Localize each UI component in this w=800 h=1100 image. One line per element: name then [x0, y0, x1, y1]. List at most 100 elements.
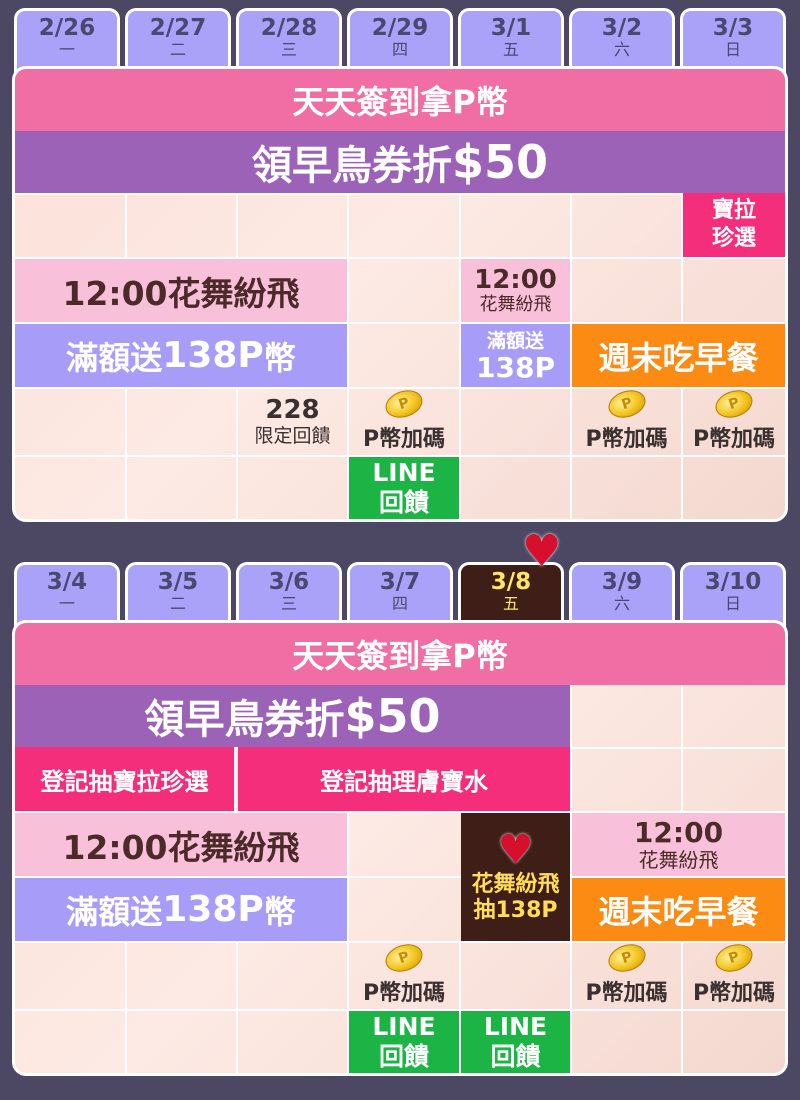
coin-icon: P [604, 385, 649, 423]
flower-small-name: 花舞紛飛 [638, 847, 719, 872]
flower-event-text: 12:00花舞紛飛 [62, 827, 300, 867]
checkin-banner[interactable]: 天天簽到拿P幣 [15, 623, 785, 685]
pcoin-bonus[interactable]: P P幣加碼 [683, 385, 785, 455]
tab-3-6[interactable]: 3/6 三 [236, 562, 342, 628]
earlybird-banner[interactable]: 領早鳥券折 $50 [15, 131, 785, 193]
fullgift-event[interactable]: 滿額送 138P 幣 [15, 878, 347, 941]
tab-3-1[interactable]: 3/1 五 [458, 8, 564, 74]
fullgift-event[interactable]: 滿額送 138P 幣 [15, 324, 347, 387]
earlybird-text: 領早鳥券折 [144, 697, 345, 743]
checkin-banner[interactable]: 天天簽到拿P幣 [15, 69, 785, 131]
flower-small-time: 12:00 [633, 815, 724, 849]
tab-weekday: 五 [502, 594, 519, 613]
treasure-event[interactable]: 寶拉 珍選 [683, 193, 785, 257]
weekend-text: 週末吃早餐 [598, 338, 759, 377]
line-reward[interactable]: LINE 回饋 [349, 1011, 459, 1073]
tab-weekday: 五 [502, 40, 519, 59]
flower-draw[interactable]: ♥ 花舞紛飛 抽138P [461, 813, 570, 941]
special228-line1: 228 [265, 395, 320, 425]
coin-icon: P [711, 385, 757, 423]
tab-weekday: 一 [58, 40, 75, 59]
flower-draw-line1: 花舞紛飛 [471, 872, 560, 897]
tab-weekday: 二 [169, 594, 186, 613]
pcoin-label: P幣加碼 [692, 981, 776, 1006]
tab-weekday: 四 [391, 594, 408, 613]
tab-date: 2/27 [149, 15, 207, 41]
earlybird-amount: $50 [344, 689, 441, 743]
fullgift-suffix: 幣 [263, 338, 296, 377]
pcoin-bonus[interactable]: P P幣加碼 [572, 939, 681, 1009]
fullgift-prefix: 滿額送 [66, 338, 163, 377]
treasure-draw-text: 登記抽寶拉珍選 [40, 767, 209, 796]
pcoin-bonus[interactable]: P P幣加碼 [572, 385, 681, 455]
tab-3-3[interactable]: 3/3 日 [680, 8, 786, 74]
fullgift-prefix: 滿額送 [66, 892, 163, 931]
coin-icon: P [381, 385, 427, 423]
tab-2-29[interactable]: 2/29 四 [347, 8, 453, 74]
tab-3-4[interactable]: 3/4 一 [14, 562, 120, 628]
treasure-draw[interactable]: 登記抽寶拉珍選 [15, 747, 236, 811]
flower-event[interactable]: 12:00花舞紛飛 [15, 813, 347, 876]
tab-weekday: 一 [58, 594, 75, 613]
tab-2-27[interactable]: 2/27 二 [125, 8, 231, 74]
fullgift-event-small[interactable]: 滿額送 138P [461, 324, 570, 387]
earlybird-text: 領早鳥券折 [251, 143, 452, 189]
flower-event-small[interactable]: 12:00 花舞紛飛 [461, 259, 570, 322]
weekend-breakfast[interactable]: 週末吃早餐 [572, 878, 785, 941]
fullgift-small-line2: 138P [476, 350, 555, 384]
pcoin-label: P幣加碼 [585, 427, 668, 452]
flower-draw-line2: 抽138P [473, 898, 558, 923]
line-line2: 回饋 [490, 1042, 541, 1071]
flower-event[interactable]: 12:00花舞紛飛 [15, 259, 347, 322]
tab-3-10[interactable]: 3/10 日 [680, 562, 786, 628]
fullgift-amount: 138P [162, 335, 264, 376]
flower-small-name: 花舞紛飛 [479, 293, 552, 315]
tab-3-7[interactable]: 3/7 四 [347, 562, 453, 628]
tab-date: 2/26 [38, 15, 96, 41]
earlybird-amount: $50 [451, 135, 549, 189]
pcoin-bonus[interactable]: P P幣加碼 [349, 939, 459, 1009]
fullgift-suffix: 幣 [263, 892, 296, 931]
tab-date: 3/10 [704, 569, 762, 595]
weekend-text: 週末吃早餐 [598, 892, 759, 931]
weekend-breakfast[interactable]: 週末吃早餐 [572, 324, 785, 387]
tab-date: 3/2 [601, 15, 643, 41]
lancome-draw[interactable]: 登記抽理膚寶水 [238, 747, 570, 811]
flower-event-small[interactable]: 12:00 花舞紛飛 [572, 813, 785, 876]
tab-weekday: 四 [391, 40, 408, 59]
tab-2-28[interactable]: 2/28 三 [236, 8, 342, 74]
fullgift-small-line1: 滿額送 [486, 329, 544, 352]
tab-2-26[interactable]: 2/26 一 [14, 8, 120, 74]
tab-3-2[interactable]: 3/2 六 [569, 8, 675, 74]
tab-3-5[interactable]: 3/5 二 [125, 562, 231, 628]
flower-event-text: 12:00花舞紛飛 [62, 273, 300, 313]
week2-calendar: 天天簽到拿P幣 領早鳥券折 $50 登記抽寶拉珍選 登記抽理膚寶水 12:00花舞… [12, 620, 788, 1076]
line-line1: LINE [483, 1012, 548, 1041]
earlybird-banner[interactable]: 領早鳥券折 $50 [15, 685, 570, 747]
fullgift-amount: 138P [162, 889, 264, 930]
line-line1: LINE [372, 1012, 436, 1041]
pcoin-bonus[interactable]: P P幣加碼 [349, 385, 459, 455]
tab-weekday: 日 [724, 40, 741, 59]
heart-icon: ♥ [497, 827, 534, 873]
tab-weekday: 日 [724, 594, 741, 613]
tab-weekday: 三 [280, 594, 297, 613]
line-reward[interactable]: LINE 回饋 [349, 457, 459, 519]
coin-icon: P [711, 939, 757, 977]
week1-calendar: 天天簽到拿P幣 領早鳥券折 $50 寶拉 珍選 12:00花舞紛飛 12:00 花舞紛… [12, 66, 788, 522]
pcoin-label: P幣加碼 [692, 427, 776, 452]
flower-small-time: 12:00 [474, 264, 557, 295]
pcoin-bonus[interactable]: P P幣加碼 [683, 939, 785, 1009]
tab-date: 3/3 [712, 15, 754, 41]
line-line2: 回饋 [378, 488, 429, 517]
line-reward[interactable]: LINE 回饋 [461, 1011, 570, 1073]
special-228[interactable]: 228 限定回饋 [238, 389, 347, 455]
treasure-line1: 寶拉 [711, 198, 756, 223]
checkin-text: 天天簽到拿P幣 [292, 637, 508, 675]
line-line1: LINE [372, 458, 436, 487]
coin-icon: P [381, 939, 427, 977]
tab-date: 3/6 [268, 569, 310, 595]
tab-3-9[interactable]: 3/9 六 [569, 562, 675, 628]
lancome-draw-text: 登記抽理膚寶水 [320, 767, 488, 796]
tab-weekday: 六 [613, 594, 630, 613]
